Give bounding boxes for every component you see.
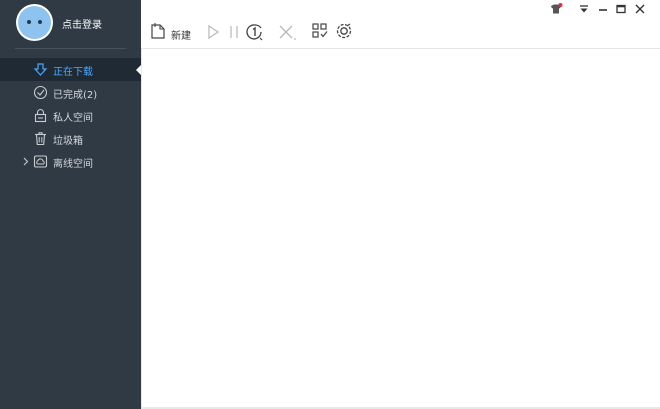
sidebar-item-label: 离线空间	[53, 159, 93, 170]
avatar-face-icon	[18, 6, 51, 39]
delete-button[interactable]	[277, 22, 299, 44]
check-circle-icon	[33, 85, 48, 100]
chevron-right-icon[interactable]	[22, 154, 30, 169]
login-link[interactable]: 点击登录	[62, 16, 102, 31]
sidebar-item-completed[interactable]: 已完成(2)	[0, 81, 141, 104]
grid-check-icon	[312, 23, 328, 38]
new-file-icon	[151, 23, 165, 39]
batch-select-button[interactable]	[311, 22, 329, 44]
new-task-label: 新建	[171, 31, 191, 42]
new-task-button[interactable]: 新建	[150, 22, 202, 44]
sidebar-item-private[interactable]: 私人空间	[0, 104, 141, 127]
sidebar-nav: 正在下载 已完成(2) 私人空间 垃圾箱 离线空间	[0, 58, 141, 173]
speed-limit-button[interactable]	[245, 22, 265, 44]
sidebar: 点击登录 正在下载 已完成(2) 私人空间 垃圾箱 离线空间	[0, 0, 141, 409]
avatar[interactable]	[16, 4, 53, 41]
main-panel: 新建	[141, 0, 660, 409]
settings-button[interactable]	[335, 22, 353, 44]
speed-limit-icon	[246, 24, 263, 41]
pause-icon	[230, 26, 238, 38]
user-panel: 点击登录	[0, 0, 141, 49]
pause-button[interactable]	[228, 22, 240, 44]
sidebar-divider	[15, 48, 126, 49]
sidebar-item-label: 已完成(2)	[53, 90, 98, 101]
lock-icon	[34, 109, 47, 123]
sidebar-item-offline[interactable]: 离线空间	[0, 150, 141, 173]
download-list-area	[141, 49, 660, 409]
gear-icon	[336, 23, 352, 39]
sidebar-item-label: 正在下载	[53, 67, 93, 78]
trash-icon	[35, 132, 46, 146]
play-icon	[208, 24, 220, 40]
sidebar-item-trash[interactable]: 垃圾箱	[0, 127, 141, 150]
sidebar-item-label: 垃圾箱	[53, 136, 83, 147]
start-button[interactable]	[206, 22, 221, 44]
cloud-icon	[33, 155, 48, 168]
delete-x-icon	[279, 25, 296, 40]
download-arrow-icon	[33, 63, 48, 76]
sidebar-item-downloading[interactable]: 正在下载	[0, 58, 141, 81]
toolbar: 新建	[141, 0, 660, 49]
sidebar-item-label: 私人空间	[53, 113, 93, 124]
